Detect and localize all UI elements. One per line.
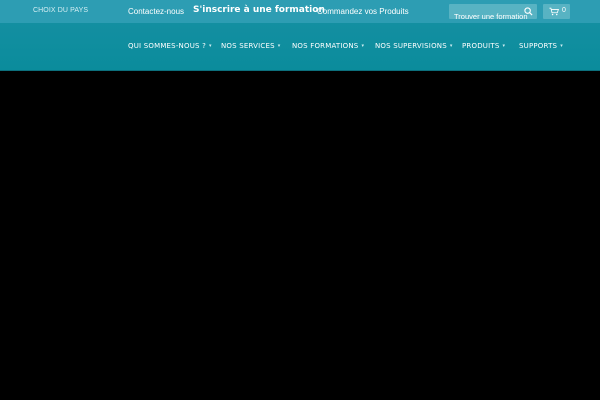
chevron-down-icon: ▾ (502, 43, 506, 49)
nav-item-label: SUPPORTS (519, 42, 558, 50)
search-input[interactable] (454, 9, 528, 19)
nav-item-label: NOS SERVICES (221, 42, 275, 50)
main-content-area (0, 71, 600, 400)
cart-count: 0 (562, 7, 566, 14)
search-icon[interactable] (524, 7, 533, 16)
search-box (449, 4, 537, 19)
signup-link[interactable]: S'inscrire à une formation (193, 5, 325, 15)
nav-item-label: NOS SUPERVISIONS (375, 42, 447, 50)
nav-item-services[interactable]: NOS SERVICES ▾ (221, 42, 281, 50)
nav-item-label: NOS FORMATIONS (292, 42, 359, 50)
nav-item-trainings[interactable]: NOS FORMATIONS ▾ (292, 42, 364, 50)
chevron-down-icon: ▾ (209, 43, 212, 49)
cart-button[interactable]: 0 (543, 4, 570, 19)
nav-item-supervisions[interactable]: NOS SUPERVISIONS ▾ (375, 42, 453, 50)
contact-link[interactable]: Contactez-nous (128, 7, 184, 16)
nav-item-products[interactable]: PRODUITS ▾ (462, 42, 505, 50)
chevron-down-icon: ▾ (361, 43, 365, 49)
top-bar: CHOIX DU PAYS Contactez-nous S'inscrire … (0, 0, 600, 23)
chevron-down-icon: ▾ (277, 43, 281, 49)
cart-icon (549, 7, 559, 16)
order-products-link[interactable]: Commandez vos Produits (317, 7, 409, 16)
country-selector[interactable]: CHOIX DU PAYS (33, 7, 88, 14)
nav-item-about[interactable]: QUI SOMMES-NOUS ? ▾ (128, 42, 212, 50)
nav-item-label: QUI SOMMES-NOUS ? (128, 42, 207, 50)
nav-item-supports[interactable]: SUPPORTS ▾ (519, 42, 563, 50)
nav-item-label: PRODUITS (462, 42, 500, 50)
chevron-down-icon: ▾ (449, 43, 453, 49)
chevron-down-icon: ▾ (560, 43, 563, 49)
